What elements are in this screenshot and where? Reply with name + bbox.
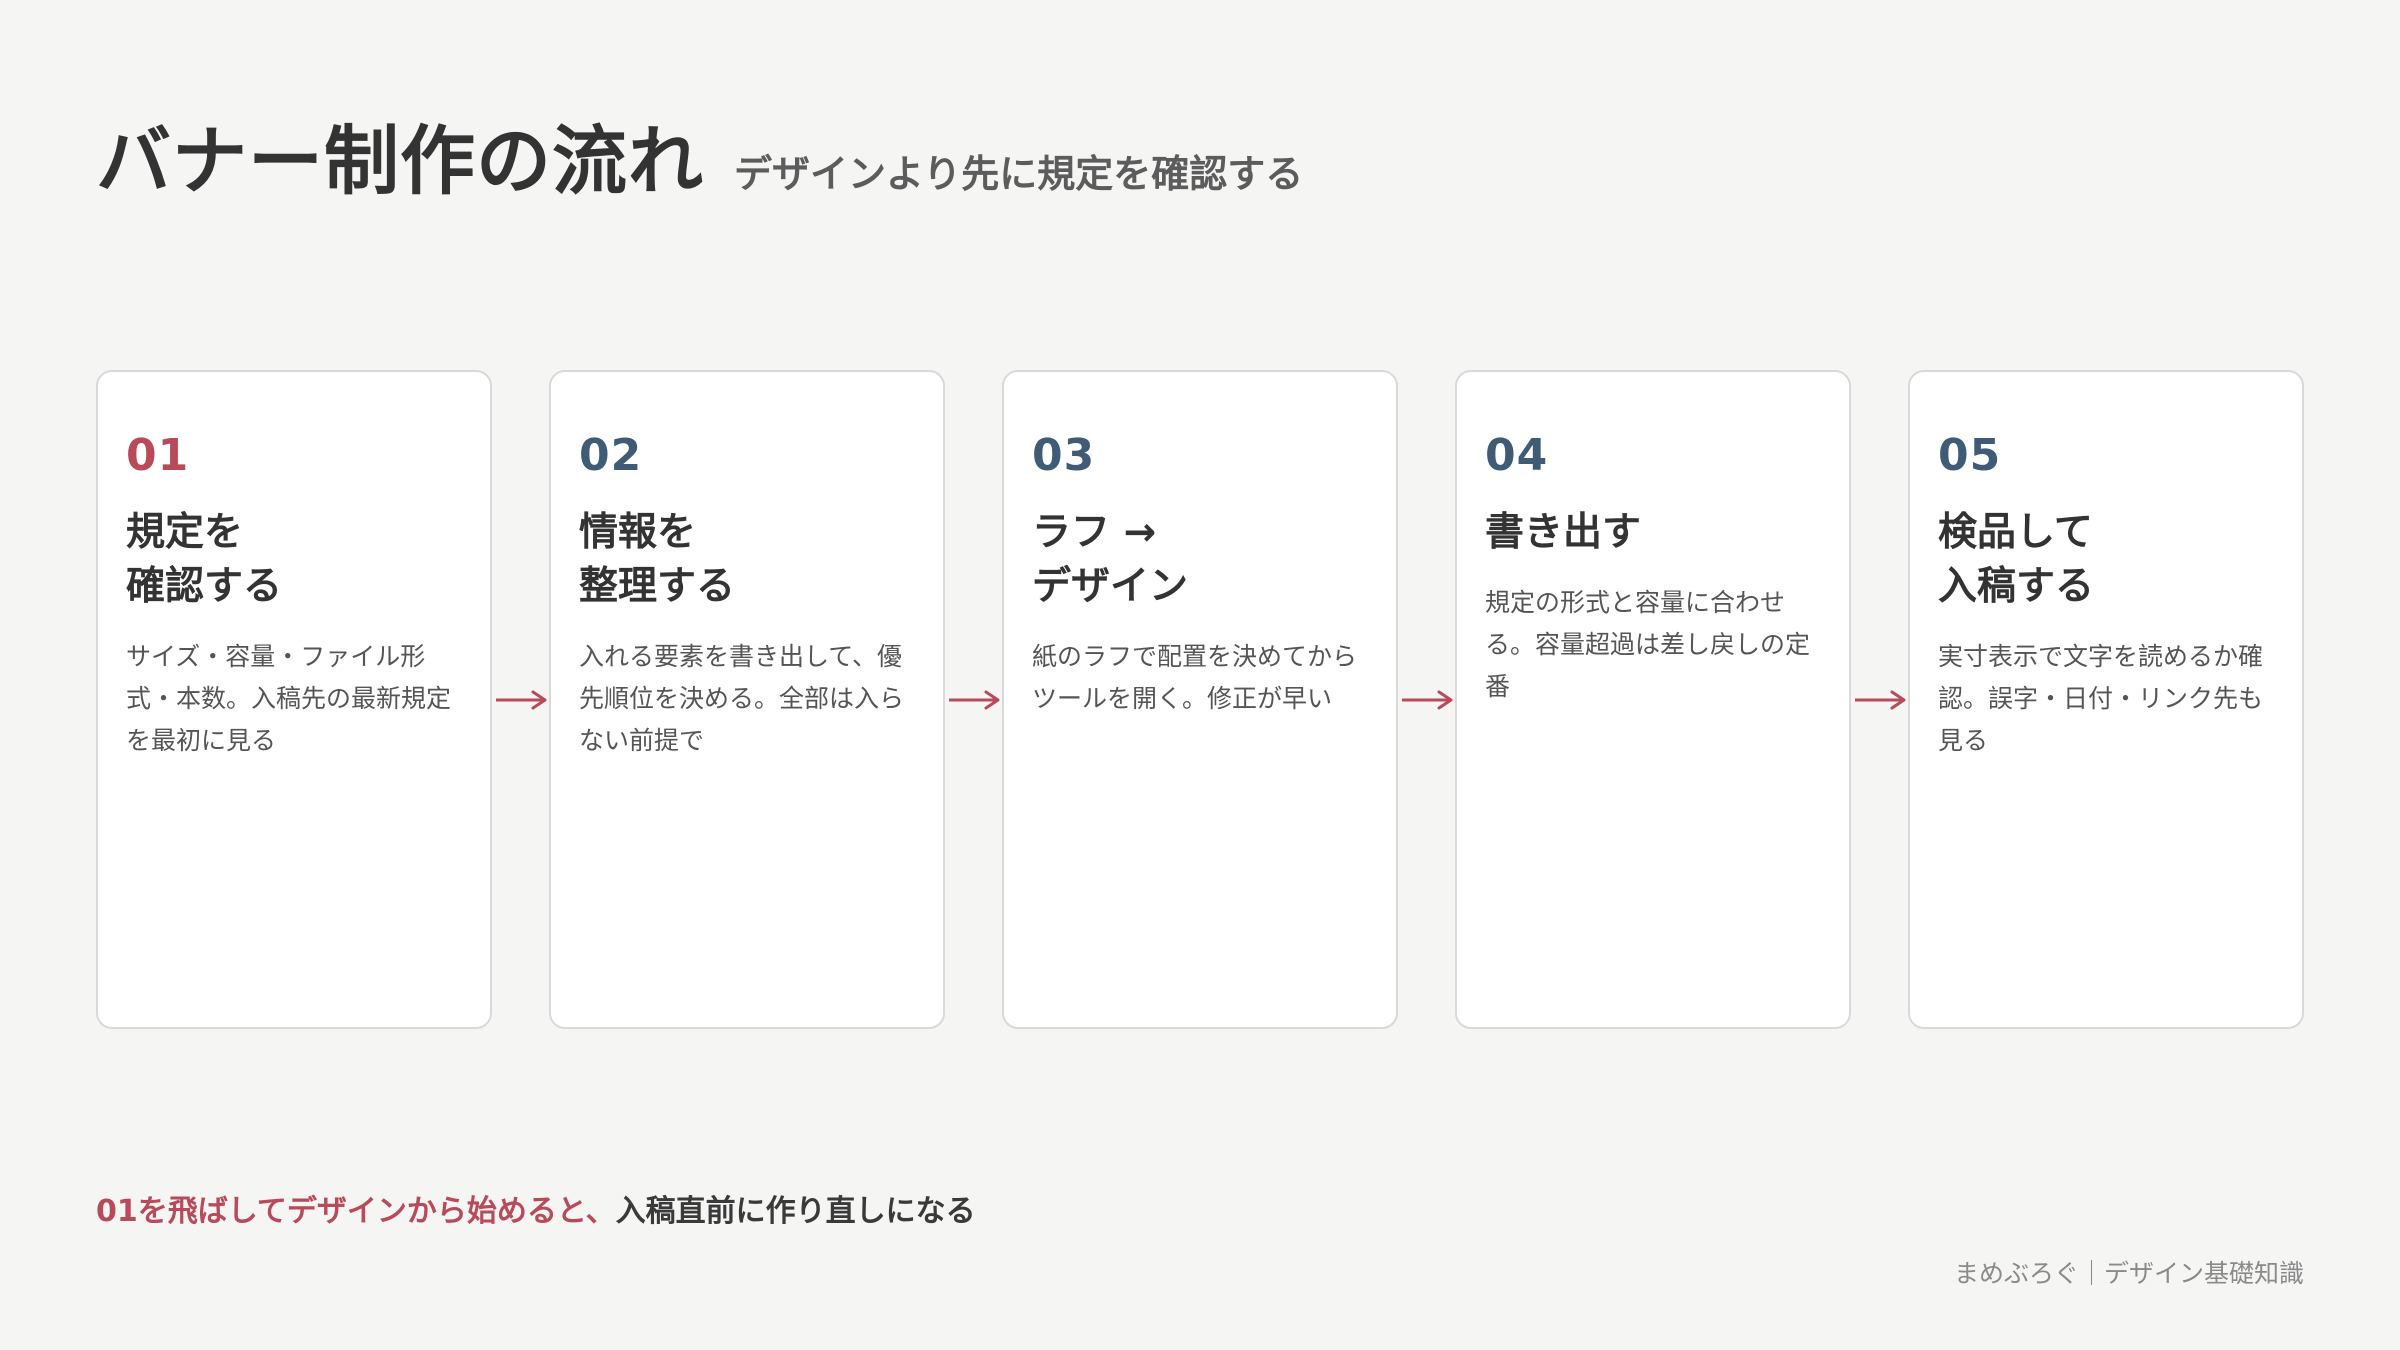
step-description: 規定の形式と容量に合わせる。容量超過は差し戻しの定番 bbox=[1485, 588, 1811, 701]
step-title: 検品して 入稿する bbox=[1938, 510, 2095, 609]
step-title: 規定を 確認する bbox=[126, 510, 283, 609]
step-title: ラフ → デザイン bbox=[1032, 510, 1189, 609]
header: バナー制作の流れ デザインより先に規定を確認する bbox=[96, 100, 1303, 209]
step-card-03: 03 ラフ → デザイン 紙のラフで配置を決めてからツールを開く。修正が早い bbox=[1002, 370, 1398, 1029]
step-card-01: 01 規定を 確認する サイズ・容量・ファイル形式・本数。入稿先の最新規定を最初… bbox=[96, 370, 492, 1029]
warning-note-accent: 01を飛ばしてデザインから始めると、 bbox=[96, 1194, 616, 1229]
step-description: 実寸表示で文字を読めるか確認。誤字・日付・リンク先も見る bbox=[1938, 642, 2264, 755]
step-card-02: 02 情報を 整理する 入れる要素を書き出して、優先順位を決める。全部は入らない… bbox=[549, 370, 945, 1029]
step-card-05: 05 検品して 入稿する 実寸表示で文字を読めるか確認。誤字・日付・リンク先も見… bbox=[1908, 370, 2304, 1029]
step-description: 紙のラフで配置を決めてからツールを開く。修正が早い bbox=[1032, 642, 1358, 713]
step-number: 03 bbox=[1032, 430, 1096, 481]
step-title: 情報を 整理する bbox=[579, 510, 736, 609]
page-subtitle: デザインより先に規定を確認する bbox=[734, 152, 1304, 196]
arrow-right-icon bbox=[492, 370, 549, 1029]
step-title: 書き出す bbox=[1485, 510, 1642, 555]
step-number: 02 bbox=[579, 430, 643, 481]
step-number: 04 bbox=[1485, 430, 1549, 481]
arrow-right-icon bbox=[945, 370, 1002, 1029]
page-title: バナー制作の流れ bbox=[96, 117, 705, 205]
step-number: 01 bbox=[126, 430, 190, 481]
arrow-right-icon bbox=[1851, 370, 1908, 1029]
warning-note-rest: 入稿直前に作り直しになる bbox=[615, 1194, 976, 1229]
warning-note: 01を飛ばしてデザインから始めると、入稿直前に作り直しになる bbox=[96, 1186, 976, 1230]
step-description: 入れる要素を書き出して、優先順位を決める。全部は入らない前提で bbox=[579, 642, 905, 755]
step-card-04: 04 書き出す 規定の形式と容量に合わせる。容量超過は差し戻しの定番 bbox=[1455, 370, 1851, 1029]
arrow-right-icon bbox=[1398, 370, 1455, 1029]
step-description: サイズ・容量・ファイル形式・本数。入稿先の最新規定を最初に見る bbox=[126, 642, 452, 755]
process-flow: 01 規定を 確認する サイズ・容量・ファイル形式・本数。入稿先の最新規定を最初… bbox=[96, 370, 2304, 1029]
step-number: 05 bbox=[1938, 430, 2002, 481]
footer-credit: まめぶろぐ｜デザイン基礎知識 bbox=[1953, 1259, 2304, 1288]
